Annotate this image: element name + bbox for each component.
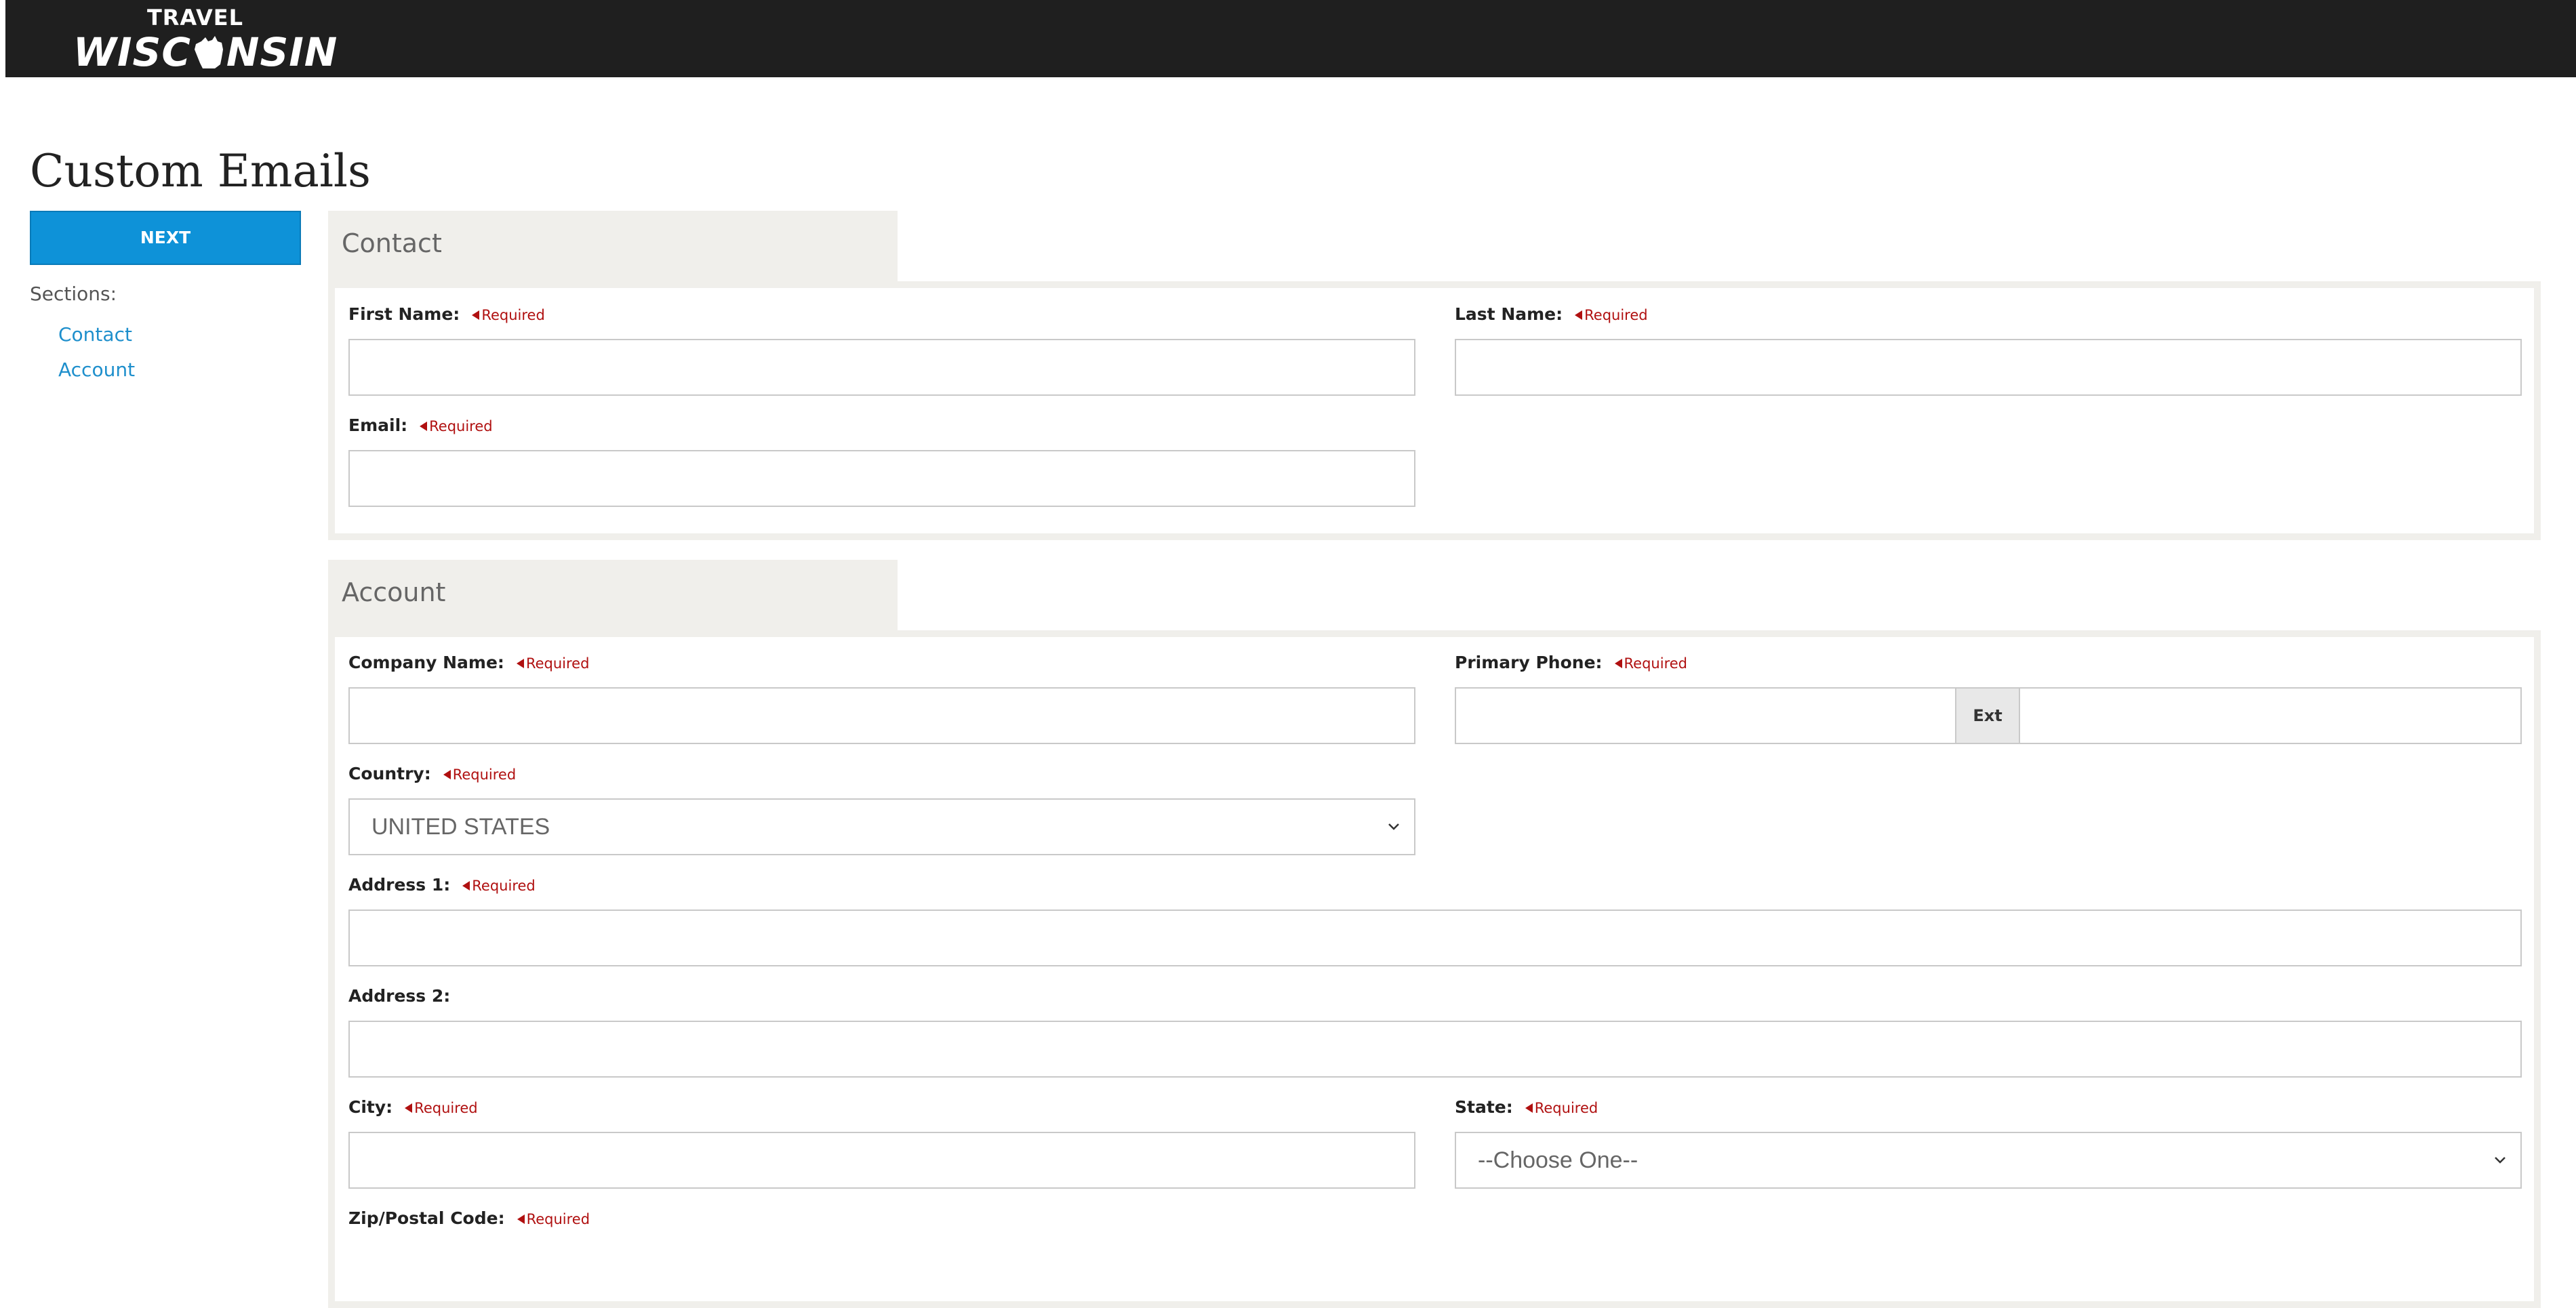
required-arrow-icon	[472, 310, 480, 320]
required-indicator: Required	[462, 878, 536, 894]
chevron-down-icon	[2495, 1157, 2505, 1164]
required-text: Required	[1584, 307, 1648, 323]
required-indicator: Required	[1575, 307, 1648, 323]
required-text: Required	[525, 655, 590, 672]
last-name-label-text: Last Name:	[1455, 304, 1563, 324]
first-name-label-text: First Name:	[348, 304, 460, 324]
contact-section-heading: Contact	[328, 211, 898, 281]
required-text: Required	[472, 878, 536, 894]
email-input[interactable]	[348, 450, 1415, 507]
account-section-heading: Account	[328, 560, 898, 630]
state-select[interactable]: --Choose One--	[1455, 1132, 2522, 1189]
address1-label: Address 1: Required	[348, 874, 536, 897]
company-name-label-text: Company Name:	[348, 653, 504, 672]
sidebar-link-contact[interactable]: Contact	[58, 323, 132, 347]
state-label-text: State:	[1455, 1097, 1513, 1117]
required-arrow-icon	[462, 881, 470, 891]
state-selected-value: --Choose One--	[1478, 1147, 1638, 1173]
required-text: Required	[481, 307, 545, 323]
primary-phone-label: Primary Phone: Required	[1455, 651, 1687, 675]
logo-travel-text: TRAVEL	[146, 5, 244, 30]
sidebar-link-account[interactable]: Account	[58, 358, 135, 382]
account-section: Account Company Name: Required Primary Ph…	[328, 560, 2541, 1308]
state-label: State: Required	[1455, 1096, 1598, 1120]
required-indicator: Required	[420, 418, 493, 434]
sections-label: Sections:	[30, 283, 117, 305]
required-text: Required	[414, 1100, 478, 1116]
page-title: Custom Emails	[30, 145, 371, 197]
required-indicator: Required	[517, 1211, 590, 1227]
required-text: Required	[1534, 1100, 1598, 1116]
phone-ext-input[interactable]	[2019, 687, 2522, 744]
required-text: Required	[526, 1211, 590, 1227]
top-bar: TRAVEL WISC NSIN	[5, 0, 2576, 77]
last-name-input[interactable]	[1455, 339, 2522, 396]
address2-label: Address 2:	[348, 986, 451, 1006]
country-select[interactable]: UNITED STATES	[348, 798, 1415, 855]
primary-phone-label-text: Primary Phone:	[1455, 653, 1603, 672]
logo-wisc-text: WISC	[73, 29, 191, 75]
required-indicator: Required	[443, 767, 516, 783]
first-name-input[interactable]	[348, 339, 1415, 396]
company-name-label: Company Name: Required	[348, 651, 589, 675]
contact-section-body: First Name: Required Last Name: Required E…	[328, 281, 2541, 540]
required-arrow-icon	[405, 1103, 413, 1113]
travel-wisconsin-logo[interactable]: TRAVEL WISC NSIN	[73, 3, 337, 75]
required-arrow-icon	[1614, 659, 1622, 668]
required-arrow-icon	[443, 770, 451, 779]
required-indicator: Required	[405, 1100, 478, 1116]
email-label-text: Email:	[348, 415, 408, 435]
required-indicator: Required	[472, 307, 545, 323]
wisconsin-state-icon	[194, 36, 223, 68]
email-label: Email: Required	[348, 414, 493, 438]
logo-wisconsin-text: WISC NSIN	[73, 29, 337, 75]
address1-label-text: Address 1:	[348, 875, 451, 895]
city-input[interactable]	[348, 1132, 1415, 1189]
city-label: City: Required	[348, 1096, 478, 1120]
chevron-down-icon	[1388, 823, 1399, 830]
required-text: Required	[429, 418, 493, 434]
ext-label: Ext	[1955, 687, 2020, 744]
required-text: Required	[452, 767, 517, 783]
zip-label-text: Zip/Postal Code:	[348, 1208, 505, 1228]
required-arrow-icon	[420, 422, 428, 431]
required-arrow-icon	[516, 659, 524, 668]
contact-section: Contact First Name: Required Last Name: Re…	[328, 211, 2541, 540]
required-indicator: Required	[1525, 1100, 1598, 1116]
country-selected-value: UNITED STATES	[371, 814, 550, 840]
logo-nsin-text: NSIN	[226, 29, 338, 75]
city-label-text: City:	[348, 1097, 393, 1117]
required-arrow-icon	[1575, 310, 1583, 320]
last-name-label: Last Name: Required	[1455, 303, 1648, 327]
address2-input[interactable]	[348, 1021, 2522, 1078]
next-button[interactable]: NEXT	[30, 211, 301, 265]
required-text: Required	[1624, 655, 1687, 672]
account-section-body: Company Name: Required Primary Phone: Requ…	[328, 630, 2541, 1308]
zip-label: Zip/Postal Code: Required	[348, 1207, 590, 1231]
address1-input[interactable]	[348, 910, 2522, 966]
company-name-input[interactable]	[348, 687, 1415, 744]
primary-phone-input[interactable]	[1455, 687, 1956, 744]
required-indicator: Required	[1614, 655, 1687, 672]
first-name-label: First Name: Required	[348, 303, 545, 327]
required-arrow-icon	[517, 1214, 525, 1224]
country-label: Country: Required	[348, 762, 516, 786]
required-indicator: Required	[516, 655, 590, 672]
required-arrow-icon	[1525, 1103, 1533, 1113]
country-label-text: Country:	[348, 764, 431, 783]
